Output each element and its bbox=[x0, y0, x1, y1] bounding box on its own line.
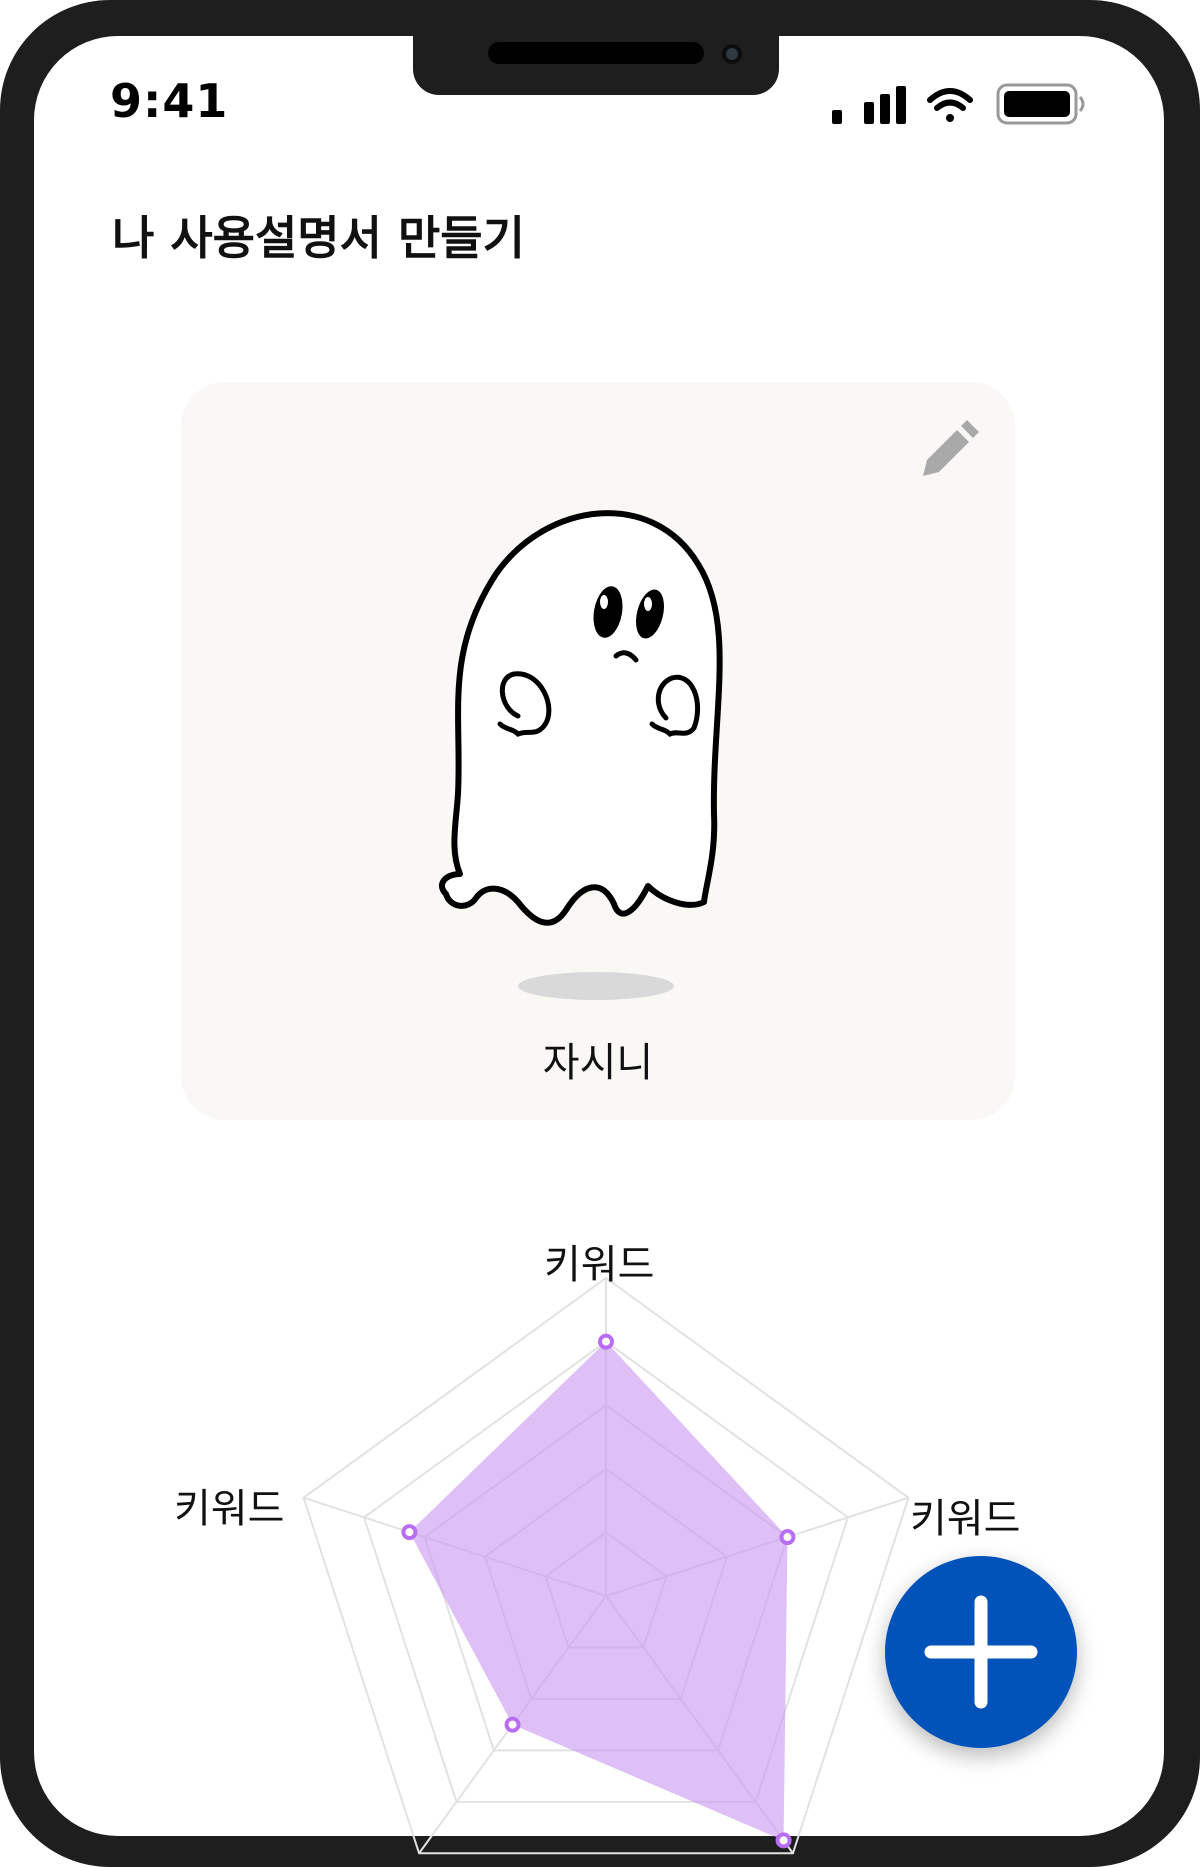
radar-label-right: 키워드 bbox=[910, 1496, 1021, 1542]
radar-data-point bbox=[504, 1716, 521, 1733]
front-camera bbox=[722, 44, 742, 64]
speaker-grille bbox=[488, 42, 704, 64]
add-button[interactable] bbox=[885, 1556, 1077, 1748]
radar-data-area bbox=[409, 1341, 788, 1841]
radar-data-point bbox=[775, 1832, 792, 1849]
wifi-icon bbox=[927, 88, 973, 122]
pencil-icon[interactable] bbox=[915, 418, 981, 484]
status-time: 9:41 bbox=[110, 74, 229, 128]
character-name: 자시니 bbox=[542, 1040, 654, 1086]
radar-data-point bbox=[779, 1529, 796, 1546]
ghost-shadow bbox=[518, 972, 674, 1000]
plus-icon bbox=[924, 1595, 1038, 1709]
page-title: 나 사용설명서 만들기 bbox=[112, 211, 525, 265]
ghost-character-illustration bbox=[439, 510, 723, 926]
cellular-signal-icon bbox=[832, 86, 906, 124]
radar-label-left: 키워드 bbox=[174, 1486, 285, 1532]
radar-label-top: 키워드 bbox=[544, 1242, 655, 1288]
radar-data-point bbox=[401, 1524, 418, 1541]
battery-icon bbox=[996, 83, 1085, 125]
status-icons bbox=[832, 83, 1085, 125]
radar-data-point bbox=[598, 1333, 614, 1350]
